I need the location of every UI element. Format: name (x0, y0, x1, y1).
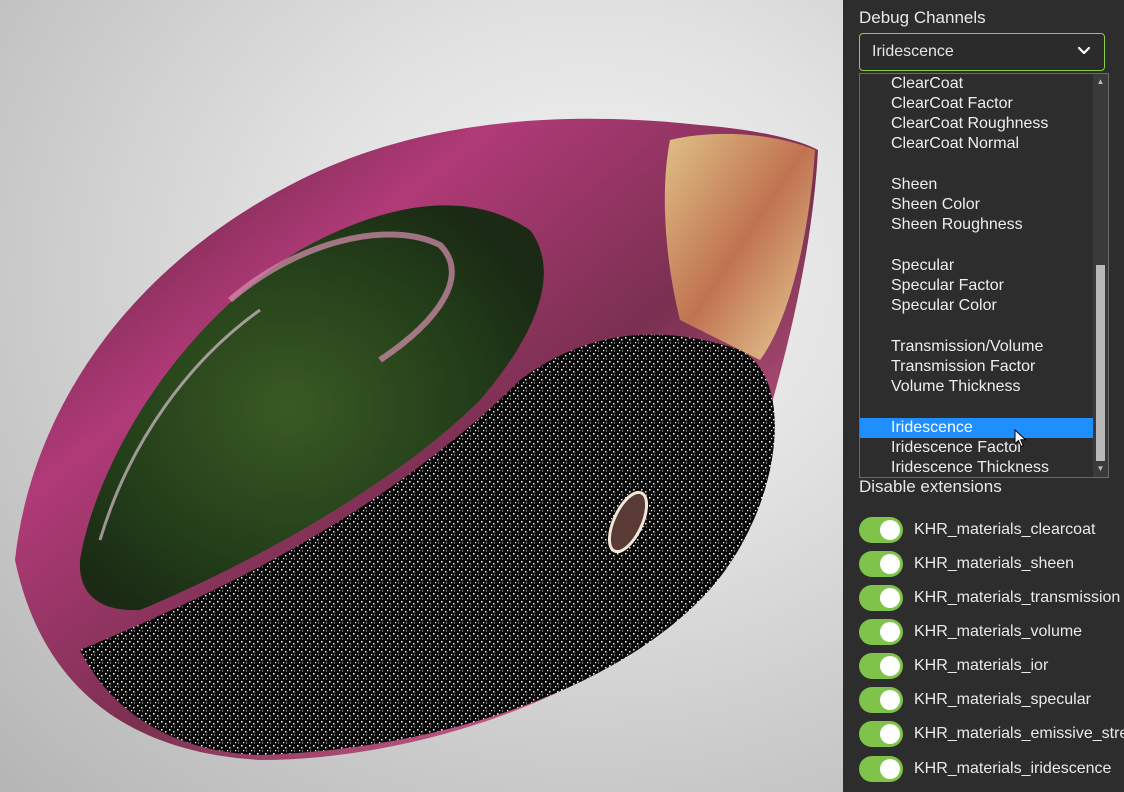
toggle-switch-ior[interactable] (859, 653, 903, 679)
option-specular-color[interactable]: Specular Color (860, 296, 1094, 316)
toggle-row-emissive-strength: KHR_materials_emissive_strength (859, 721, 1124, 747)
toggle-label: KHR_materials_emissive_strength (914, 725, 1124, 742)
option-sheen[interactable]: Sheen (860, 175, 1094, 195)
option-separator (860, 397, 1094, 417)
toggle-switch-emissive-strength[interactable] (859, 721, 903, 747)
toggle-label: KHR_materials_transmission (914, 589, 1121, 606)
options-scrollbar[interactable]: ▲ ▼ (1093, 74, 1108, 477)
toggle-switch-iridescence[interactable] (859, 756, 903, 782)
toggle-knob (880, 656, 900, 676)
toggle-row-specular: KHR_materials_specular (859, 687, 1124, 713)
option-transmission-factor[interactable]: Transmission Factor (860, 357, 1094, 377)
option-clearcoat-roughness[interactable]: ClearCoat Roughness (860, 114, 1094, 134)
debug-channel-selected-value: Iridescence (872, 43, 954, 60)
option-clearcoat-factor[interactable]: ClearCoat Factor (860, 94, 1094, 114)
option-volume-thickness[interactable]: Volume Thickness (860, 377, 1094, 397)
toggle-label: KHR_materials_clearcoat (914, 521, 1096, 538)
toggle-knob (880, 724, 900, 744)
option-specular-factor[interactable]: Specular Factor (860, 276, 1094, 296)
toggle-switch-specular[interactable] (859, 687, 903, 713)
option-separator (860, 316, 1094, 336)
option-separator (860, 235, 1094, 255)
option-specular[interactable]: Specular (860, 256, 1094, 276)
scroll-down-arrow-icon[interactable]: ▼ (1093, 463, 1108, 475)
toggle-label: KHR_materials_sheen (914, 555, 1075, 572)
toggle-row-clearcoat: KHR_materials_clearcoat (859, 517, 1124, 543)
toggle-switch-clearcoat[interactable] (859, 517, 903, 543)
option-sheen-color[interactable]: Sheen Color (860, 195, 1094, 215)
toggle-row-iridescence: KHR_materials_iridescence (859, 756, 1124, 782)
debug-channel-options-list[interactable]: ClearCoat ClearCoat Factor ClearCoat Rou… (859, 73, 1109, 478)
option-iridescence-factor[interactable]: Iridescence Factor (860, 438, 1094, 458)
toggle-label: KHR_materials_ior (914, 657, 1049, 674)
toggle-switch-volume[interactable] (859, 619, 903, 645)
mouse-pointer-icon (1014, 429, 1027, 448)
option-clearcoat[interactable]: ClearCoat (860, 74, 1094, 94)
settings-panel: Debug Channels Iridescence ClearCoat Cle… (843, 0, 1124, 792)
toggle-row-volume: KHR_materials_volume (859, 619, 1124, 645)
scrollbar-thumb[interactable] (1096, 265, 1105, 461)
option-iridescence[interactable]: Iridescence (860, 418, 1094, 438)
toggle-knob (880, 588, 900, 608)
toggle-knob (880, 759, 900, 779)
toggle-label: KHR_materials_iridescence (914, 760, 1112, 777)
option-transmission-volume[interactable]: Transmission/Volume (860, 337, 1094, 357)
toggle-label: KHR_materials_volume (914, 623, 1083, 640)
option-separator (860, 154, 1094, 174)
scroll-up-arrow-icon[interactable]: ▲ (1093, 76, 1108, 88)
toggle-row-transmission: KHR_materials_transmission (859, 585, 1124, 611)
toggle-knob (880, 622, 900, 642)
toggle-row-ior: KHR_materials_ior (859, 653, 1124, 679)
toggle-knob (880, 520, 900, 540)
chevron-down-icon (1077, 46, 1091, 55)
3d-viewport[interactable] (0, 0, 843, 792)
toggle-row-sheen: KHR_materials_sheen (859, 551, 1124, 577)
toggle-knob (880, 690, 900, 710)
option-iridescence-thickness[interactable]: Iridescence Thickness (860, 458, 1094, 477)
iridescent-shell-model (15, 118, 818, 760)
option-sheen-roughness[interactable]: Sheen Roughness (860, 215, 1094, 235)
toggle-knob (880, 554, 900, 574)
debug-channel-select[interactable]: Iridescence (859, 33, 1105, 71)
debug-channels-title: Debug Channels (859, 8, 986, 27)
toggle-switch-transmission[interactable] (859, 585, 903, 611)
toggle-switch-sheen[interactable] (859, 551, 903, 577)
toggle-label: KHR_materials_specular (914, 691, 1091, 708)
option-clearcoat-normal[interactable]: ClearCoat Normal (860, 134, 1094, 154)
disable-extensions-title: Disable extensions (859, 477, 1002, 496)
